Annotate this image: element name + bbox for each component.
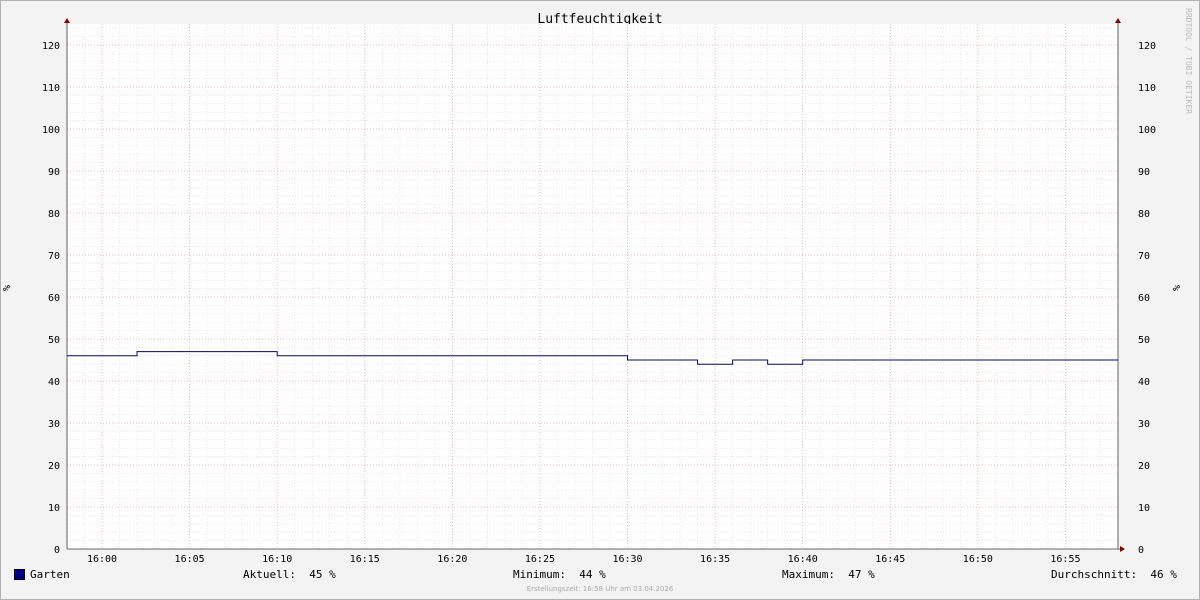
y-tick-label-left: 30 xyxy=(48,419,60,430)
watermark: RRDTOOL / TOBI OETIKER xyxy=(1184,8,1193,114)
x-tick-label: 16:25 xyxy=(525,554,555,565)
y-tick-label-left: 80 xyxy=(48,209,60,220)
stat-min-value: 44 % xyxy=(579,568,606,581)
y-tick-label-left: 120 xyxy=(42,41,60,52)
stat-avg-label: Durchschnitt: xyxy=(1051,568,1138,581)
y-tick-label-left: 20 xyxy=(48,461,60,472)
y-tick-label-right: 100 xyxy=(1138,125,1156,136)
stat-current-label: Aktuell: xyxy=(243,568,296,581)
y-tick-label-right: 80 xyxy=(1138,209,1150,220)
x-tick-label: 16:30 xyxy=(612,554,642,565)
legend-swatch-garten xyxy=(14,569,25,580)
stat-current-value: 45 % xyxy=(309,568,336,581)
stat-max-label: Maximum: xyxy=(782,568,835,581)
stat-max: Maximum: 47 % xyxy=(782,568,875,581)
x-tick-label: 16:40 xyxy=(788,554,818,565)
y-axis-label-left: % xyxy=(2,285,13,291)
y-tick-label-left: 10 xyxy=(48,503,60,514)
y-tick-label-left: 50 xyxy=(48,335,60,346)
legend-label-garten: Garten xyxy=(30,568,70,581)
y-tick-label-right: 30 xyxy=(1138,419,1150,430)
x-tick-label: 16:50 xyxy=(963,554,993,565)
y-tick-label-left: 40 xyxy=(48,377,60,388)
stat-avg: Durchschnitt: 46 % xyxy=(1051,568,1177,581)
x-tick-label: 16:45 xyxy=(875,554,905,565)
stat-avg-value: 46 % xyxy=(1150,568,1177,581)
legend: Garten Aktuell: 45 % Minimum: 44 % Maxim… xyxy=(0,568,1200,584)
y-axis-arrow-left xyxy=(64,18,70,23)
x-tick-label: 16:00 xyxy=(87,554,117,565)
x-tick-label: 16:35 xyxy=(700,554,730,565)
x-tick-label: 16:55 xyxy=(1050,554,1080,565)
y-tick-label-right: 110 xyxy=(1138,83,1156,94)
y-tick-label-left: 0 xyxy=(54,545,60,556)
y-tick-label-right: 20 xyxy=(1138,461,1150,472)
plot-area: 0 0 10 10 20 20 30 30 40 40 50 50 60 60 70 70 80 80 90 90 10… xyxy=(42,18,1156,565)
y-tick-label-right: 70 xyxy=(1138,251,1150,262)
footer-timestamp: Erstellungszeit: 16:58 Uhr am 03.04.2026 xyxy=(526,585,674,593)
y-tick-label-right: 50 xyxy=(1138,335,1150,346)
y-tick-label-right: 10 xyxy=(1138,503,1150,514)
y-tick-label-left: 70 xyxy=(48,251,60,262)
y-tick-label-left: 100 xyxy=(42,125,60,136)
chart: Luftfeuchtigkeit RRDTOOL / TOBI OETIKER … xyxy=(2,8,1193,565)
x-axis-arrow xyxy=(1120,546,1125,552)
stat-current: Aktuell: 45 % xyxy=(243,568,336,581)
y-tick-label-right: 40 xyxy=(1138,377,1150,388)
stat-max-value: 47 % xyxy=(848,568,875,581)
stat-min-label: Minimum: xyxy=(513,568,566,581)
y-tick-label-right: 90 xyxy=(1138,167,1150,178)
x-tick-label: 16:15 xyxy=(350,554,380,565)
stat-min: Minimum: 44 % xyxy=(513,568,606,581)
x-tick-label: 16:10 xyxy=(262,554,292,565)
x-tick-label: 16:05 xyxy=(175,554,205,565)
x-tick-label: 16:20 xyxy=(437,554,467,565)
y-tick-label-left: 60 xyxy=(48,293,60,304)
y-axis-label-right: % xyxy=(1172,285,1183,291)
y-tick-label-right: 0 xyxy=(1138,545,1144,556)
y-tick-label-left: 90 xyxy=(48,167,60,178)
y-tick-label-right: 60 xyxy=(1138,293,1150,304)
y-axis-arrow-right xyxy=(1115,18,1121,23)
y-tick-label-right: 120 xyxy=(1138,41,1156,52)
y-tick-label-left: 110 xyxy=(42,83,60,94)
